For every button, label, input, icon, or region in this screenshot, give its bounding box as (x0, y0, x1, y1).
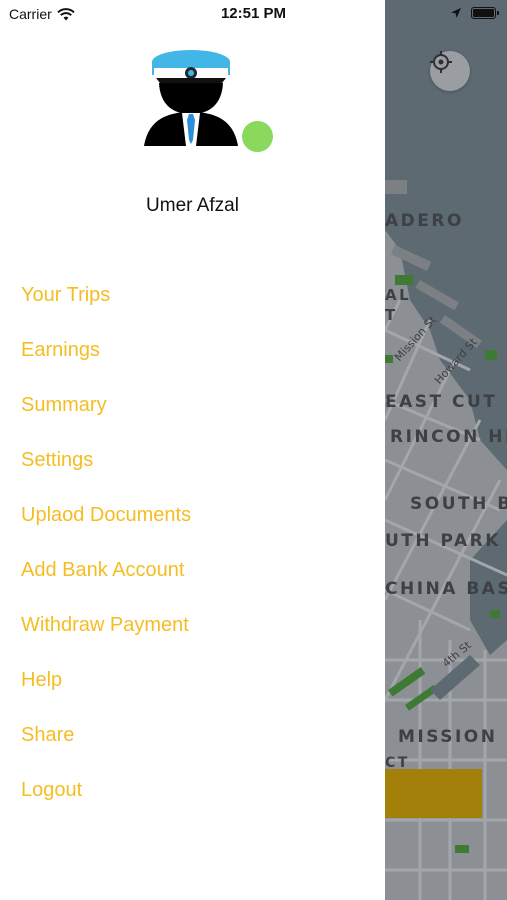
map-action-button[interactable] (384, 769, 482, 818)
menu-item-help[interactable]: Help (21, 665, 191, 720)
wifi-icon (57, 7, 75, 20)
side-drawer: Umer Afzal Your Trips Earnings Summary S… (0, 0, 385, 900)
map-label-t: T (385, 306, 398, 324)
menu-item-logout[interactable]: Logout (21, 775, 191, 830)
map-label-south-beach: SOUTH B (410, 494, 507, 514)
menu-item-share[interactable]: Share (21, 720, 191, 775)
status-time: 12:51 PM (220, 5, 287, 22)
menu-item-summary[interactable]: Summary (21, 390, 191, 445)
menu-item-your-trips[interactable]: Your Trips (21, 280, 191, 335)
user-name: Umer Afzal (146, 195, 239, 216)
drawer-menu: Your Trips Earnings Summary Settings Upl… (21, 280, 191, 830)
status-right-icons (450, 7, 499, 19)
status-bar: Carrier 12:51 PM (0, 0, 507, 30)
online-status-dot (242, 121, 273, 152)
location-arrow-icon (451, 8, 461, 18)
map-label-east-cut: EAST CUT (385, 392, 498, 412)
menu-item-add-bank-account[interactable]: Add Bank Account (21, 555, 191, 610)
menu-item-settings[interactable]: Settings (21, 445, 191, 500)
carrier-label: Carrier (9, 6, 52, 22)
map-label-mission-bay: MISSION B (398, 727, 507, 747)
my-location-button[interactable] (430, 51, 470, 91)
battery-level (473, 9, 494, 17)
menu-item-upload-documents[interactable]: Uplaod Documents (21, 500, 191, 555)
battery-icon (471, 7, 499, 19)
map-label-rincon-hill: RINCON HI (390, 427, 507, 447)
menu-item-earnings[interactable]: Earnings (21, 335, 191, 390)
map-label-china-basin: CHINA BASI (385, 579, 507, 599)
map-label-south-park: UTH PARK (385, 531, 501, 551)
crosshair-icon (430, 51, 452, 73)
carrier-info: Carrier (9, 6, 75, 22)
map-label-embarcadero: ADERO (385, 211, 464, 231)
menu-item-withdraw-payment[interactable]: Withdraw Payment (21, 610, 191, 665)
map-label-al: AL (385, 286, 412, 304)
